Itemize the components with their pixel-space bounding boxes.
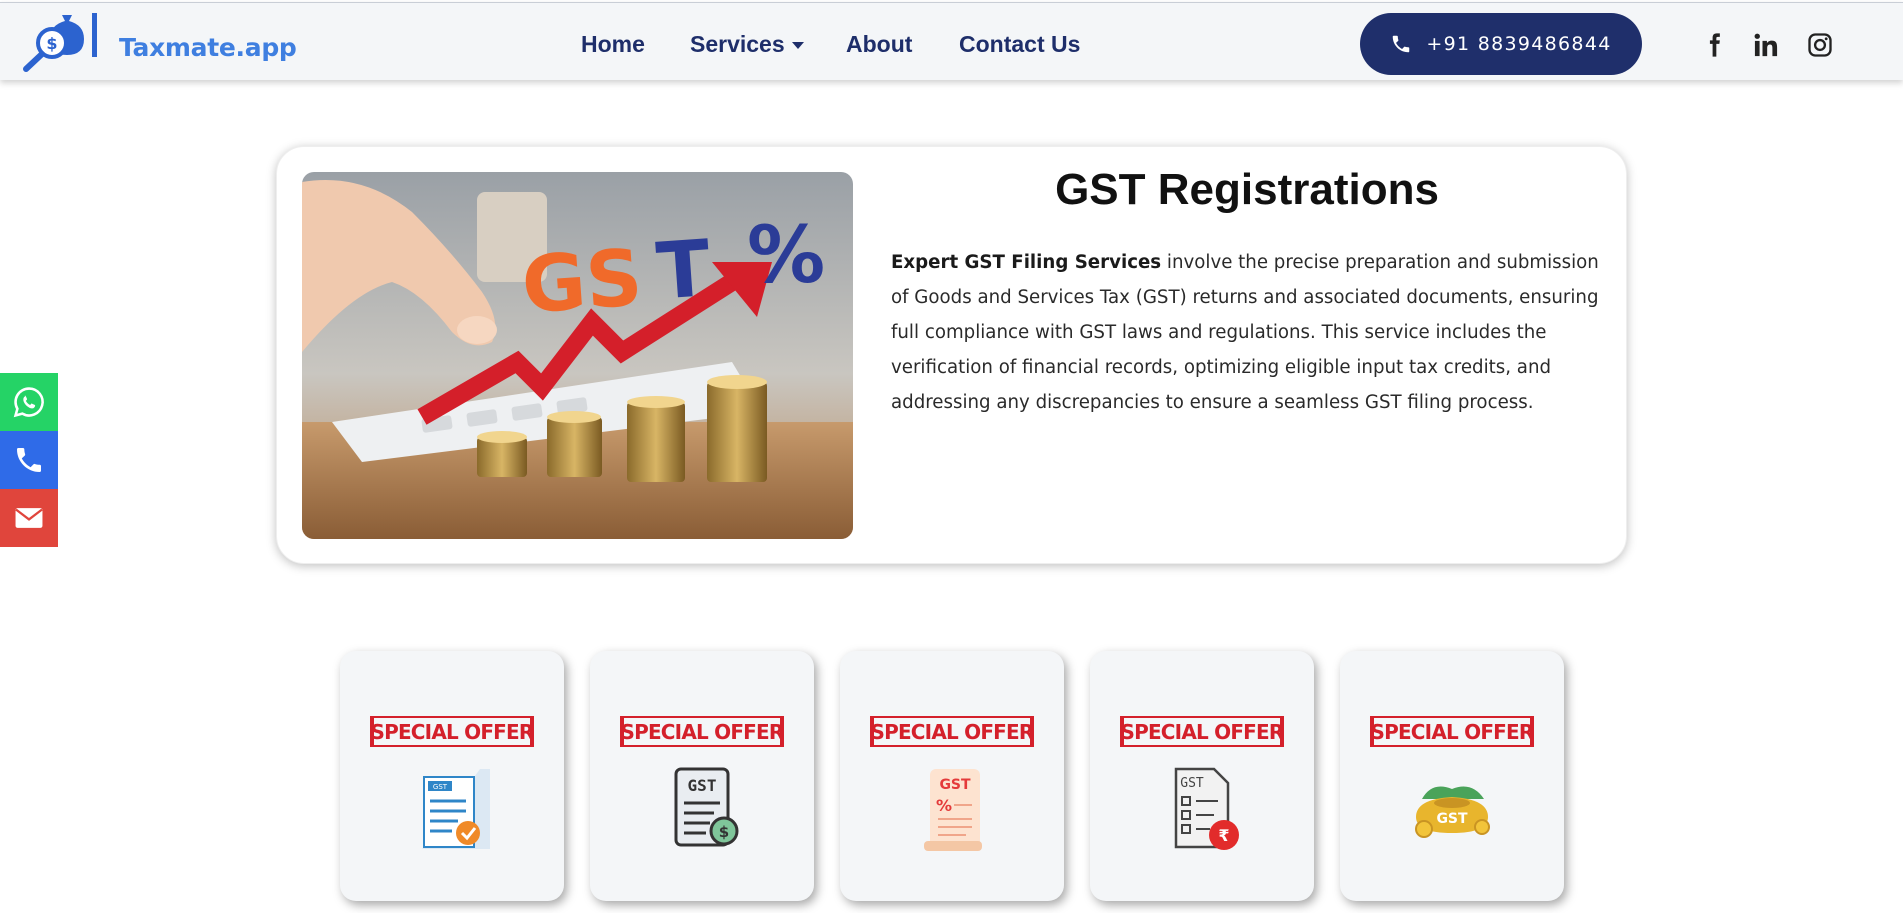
phone-icon <box>17 448 41 472</box>
logo[interactable]: $ Taxmate.app <box>22 11 297 72</box>
svg-text:$: $ <box>46 34 57 53</box>
phone-side-button[interactable] <box>0 431 58 489</box>
special-offer-badge: SPECIAL OFFER <box>1370 716 1534 747</box>
svg-text:₹: ₹ <box>1218 826 1229 845</box>
service-description: Expert GST Filing Services involve the p… <box>891 245 1607 420</box>
svg-text:GST: GST <box>688 776 717 795</box>
svg-text:GST: GST <box>939 777 971 793</box>
caret-down-icon <box>791 42 804 50</box>
svg-text:GST: GST <box>1436 811 1468 827</box>
special-offer-badge: SPECIAL OFFER <box>370 716 534 747</box>
svg-text:GS: GS <box>519 233 645 331</box>
phone-number: +91 8839486844 <box>1426 33 1612 55</box>
whatsapp-button[interactable] <box>0 373 58 431</box>
logo-money-search-icon: $ <box>23 13 97 72</box>
gst-percent-scroll-icon: GST % <box>924 769 982 851</box>
offer-card[interactable]: SPECIAL OFFER GST <box>1340 651 1564 901</box>
svg-text:$: $ <box>719 823 729 841</box>
service-card: GS T % GST Registrations Expert GST Fili… <box>276 146 1627 564</box>
gst-hero-image: GS T % <box>302 172 853 539</box>
special-offer-badge: SPECIAL OFFER <box>870 716 1034 747</box>
offer-card[interactable]: SPECIAL OFFER GST % <box>840 651 1064 901</box>
page-title: GST Registrations <box>1055 165 1439 214</box>
description-strong: Expert GST Filing Services <box>891 252 1162 273</box>
call-button[interactable]: +91 8839486844 <box>1360 13 1642 75</box>
gst-document-dollar-icon: GST $ <box>674 767 739 847</box>
description-text: involve the precise preparation and subm… <box>891 252 1599 413</box>
special-offer-badge: SPECIAL OFFER <box>620 716 784 747</box>
svg-text:T: T <box>654 224 713 317</box>
phone-icon <box>1393 35 1410 53</box>
special-offer-badge: SPECIAL OFFER <box>1120 716 1284 747</box>
svg-text:%: % <box>747 211 825 301</box>
nav-about[interactable]: About <box>846 31 912 58</box>
linkedin-icon[interactable] <box>1752 31 1780 59</box>
svg-text:%: % <box>936 796 952 815</box>
offer-card[interactable]: SPECIAL OFFER GST $ <box>590 651 814 901</box>
svg-text:GST: GST <box>1180 776 1204 791</box>
email-icon <box>15 508 43 528</box>
site-header: $ Taxmate.app Home Services About Contac… <box>0 2 1903 80</box>
svg-text:GST: GST <box>433 783 448 791</box>
nav-home[interactable]: Home <box>581 31 645 58</box>
nav-services[interactable]: Services <box>690 31 804 58</box>
nav-services-label: Services <box>690 31 785 57</box>
gst-checklist-rupee-icon: GST ₹ <box>1174 767 1239 850</box>
gst-scroll-check-icon: GST <box>422 769 490 849</box>
nav-contact-us[interactable]: Contact Us <box>959 31 1080 58</box>
gst-gold-money-bag-icon: GST <box>1415 786 1490 838</box>
logo-text: Taxmate.app <box>119 33 297 62</box>
offer-card[interactable]: SPECIAL OFFER GST ₹ <box>1090 651 1314 901</box>
offer-card[interactable]: SPECIAL OFFER GST <box>340 651 564 901</box>
instagram-icon[interactable] <box>1806 31 1834 59</box>
facebook-icon[interactable] <box>1700 31 1728 59</box>
email-button[interactable] <box>0 489 58 547</box>
whatsapp-icon <box>13 387 44 418</box>
